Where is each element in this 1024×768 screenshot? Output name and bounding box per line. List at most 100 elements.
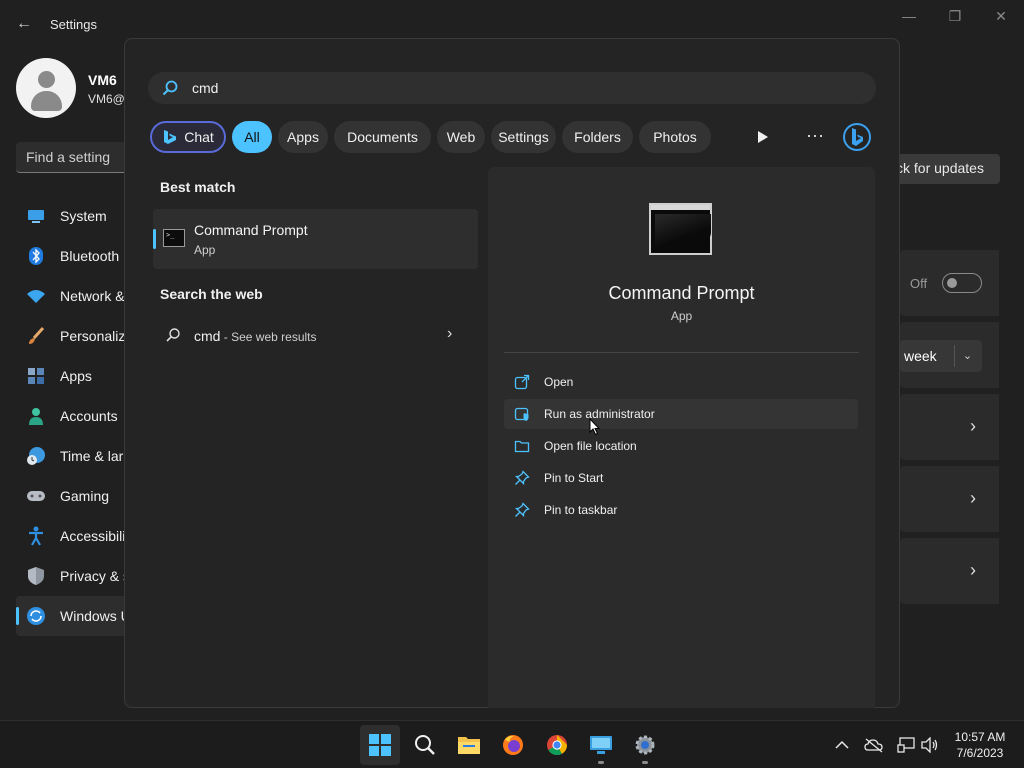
search-flyout: cmd Chat All Apps Documents Web Settings… — [124, 38, 900, 708]
network-icon[interactable] — [896, 735, 916, 755]
action-open-file-location[interactable]: Open file location — [504, 431, 858, 461]
minimize-button[interactable]: — — [894, 8, 924, 28]
maximize-button[interactable]: ❐ — [940, 8, 970, 28]
folder-icon — [514, 440, 530, 453]
dropdown-value: week — [904, 348, 937, 364]
web-query: cmd — [194, 328, 221, 344]
nav-item-bluetooth[interactable]: Bluetooth — [16, 236, 136, 276]
pause-duration-dropdown[interactable]: week ⌄ — [900, 340, 982, 372]
action-label: Pin to taskbar — [544, 503, 618, 517]
settings-app-button[interactable] — [625, 725, 665, 765]
chevron-down-icon: ⌄ — [954, 345, 980, 367]
nav-label: Personaliz — [60, 328, 126, 344]
result-subtitle: App — [194, 243, 216, 257]
onedrive-offline-icon[interactable] — [864, 735, 884, 755]
settings-card[interactable]: › — [900, 466, 999, 532]
nav-item-gaming[interactable]: Gaming — [16, 476, 136, 516]
result-title: Command Prompt — [194, 222, 308, 238]
web-query-suffix: - See web results — [220, 330, 317, 344]
action-pin-to-taskbar[interactable]: Pin to taskbar — [504, 495, 858, 525]
divider — [504, 352, 859, 353]
window-title: Settings — [50, 17, 97, 32]
nav-label: Gaming — [60, 488, 110, 504]
gear-icon — [635, 735, 655, 755]
filter-photos[interactable]: Photos — [639, 121, 711, 153]
taskbar-search-button[interactable] — [405, 725, 445, 765]
chevron-right-icon: › — [970, 560, 976, 580]
search-query[interactable]: cmd — [192, 80, 218, 96]
chrome-icon — [547, 735, 568, 756]
search-input[interactable]: cmd — [148, 72, 876, 104]
toggle-switch[interactable] — [942, 273, 982, 293]
settings-card[interactable]: › — [900, 538, 999, 604]
show-hidden-icons-chevron-icon[interactable] — [832, 735, 852, 755]
play-icon[interactable] — [749, 123, 777, 151]
folder-icon — [458, 737, 480, 754]
volume-icon[interactable] — [920, 735, 940, 755]
filter-folders[interactable]: Folders — [562, 121, 633, 153]
nav-item-apps[interactable]: Apps — [16, 356, 136, 396]
search-web-heading: Search the web — [160, 286, 263, 302]
more-options-icon[interactable]: ··· — [799, 121, 831, 153]
file-explorer-button[interactable] — [449, 725, 489, 765]
nav-item-time-language[interactable]: Time & lar — [16, 436, 136, 476]
settings-card: week ⌄ — [900, 322, 999, 388]
filter-all[interactable]: All — [232, 121, 272, 153]
best-match-result[interactable]: Command Prompt App — [153, 209, 478, 269]
start-button[interactable] — [360, 725, 400, 765]
nav-item-windows-update[interactable]: Windows U — [16, 596, 136, 636]
command-prompt-icon — [163, 229, 185, 247]
settings-card[interactable]: › — [900, 394, 999, 460]
remote-desktop-icon — [590, 736, 612, 754]
pin-icon — [514, 502, 530, 518]
windows-logo-icon — [369, 734, 391, 756]
action-label: Pin to Start — [544, 471, 604, 485]
nav-item-system[interactable]: System — [16, 196, 136, 236]
running-indicator — [642, 761, 648, 764]
nav-item-accessibility[interactable]: Accessibilit — [16, 516, 136, 556]
bing-icon[interactable] — [839, 121, 875, 153]
chevron-right-icon: › — [447, 325, 453, 342]
nav-label: System — [60, 208, 107, 224]
firefox-icon — [503, 735, 523, 755]
filter-web[interactable]: Web — [437, 121, 485, 153]
action-run-as-administrator[interactable]: Run as administrator — [504, 399, 858, 429]
avatar[interactable] — [16, 58, 76, 118]
shield-icon — [26, 566, 46, 586]
bing-chat-icon — [164, 130, 177, 144]
accessibility-icon — [26, 526, 46, 546]
firefox-button[interactable] — [493, 725, 533, 765]
clock[interactable]: 10:57 AM 7/6/2023 — [948, 729, 1012, 761]
nav-label: Windows U — [60, 608, 131, 624]
nav-item-privacy[interactable]: Privacy & s — [16, 556, 136, 596]
chrome-button[interactable] — [537, 725, 577, 765]
preview-pane: Command Prompt App Open Run as administr… — [488, 167, 875, 708]
back-arrow-icon[interactable]: ← — [14, 14, 34, 34]
preview-title: Command Prompt — [608, 283, 755, 303]
action-open[interactable]: Open — [504, 367, 858, 397]
remote-desktop-button[interactable] — [581, 725, 621, 765]
nav-label: Privacy & s — [60, 568, 131, 584]
action-pin-to-start[interactable]: Pin to Start — [504, 463, 858, 493]
web-search-result[interactable]: cmd - See web results › — [153, 317, 478, 353]
best-match-heading: Best match — [160, 179, 236, 195]
close-button[interactable]: ✕ — [986, 8, 1016, 28]
nav-item-accounts[interactable]: Accounts — [16, 396, 136, 436]
filter-label: Chat — [184, 129, 214, 145]
filter-settings[interactable]: Settings — [491, 121, 556, 153]
action-label: Open — [544, 375, 574, 389]
nav-item-network[interactable]: Network & — [16, 276, 136, 316]
windows-update-icon — [26, 606, 46, 626]
nav-label: Time & lar — [60, 448, 124, 464]
bluetooth-icon — [26, 246, 46, 266]
nav-label: Bluetooth — [60, 248, 120, 264]
search-filters: Chat All Apps Documents Web Settings Fol… — [149, 121, 889, 153]
preview-subtitle: App — [670, 309, 693, 323]
person-icon — [26, 406, 46, 426]
settings-card: Off — [900, 250, 999, 316]
nav-item-personalization[interactable]: Personaliz — [16, 316, 136, 356]
filter-chat[interactable]: Chat — [150, 121, 226, 153]
brush-icon — [26, 326, 46, 346]
filter-apps[interactable]: Apps — [278, 121, 328, 153]
filter-documents[interactable]: Documents — [334, 121, 431, 153]
